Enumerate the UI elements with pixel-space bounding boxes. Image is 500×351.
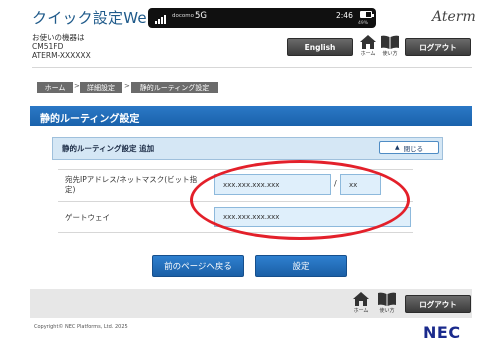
footer-home-label: ホーム <box>353 308 369 314</box>
page-title: 静的ルーティング設定 <box>40 114 140 125</box>
battery-icon <box>360 11 374 18</box>
status-time: 2:46 <box>336 11 353 20</box>
footer-logout-button[interactable]: ログアウト <box>405 295 471 313</box>
device-id: ATERM-XXXXXX <box>32 51 91 60</box>
network-type: 5G <box>195 11 207 21</box>
home-button[interactable]: ホーム <box>358 35 378 59</box>
footer-help-label: 使い方 <box>379 308 395 314</box>
ip-label-line1: 宛先IPアドレス/ネットマスク(ビット指 <box>65 175 198 184</box>
gateway-label: ゲートウェイ <box>65 213 110 222</box>
book-icon <box>381 35 399 49</box>
device-info: お使いの機器は CM51FD ATERM-XXXXXX <box>32 33 91 60</box>
device-label: お使いの機器は <box>32 33 85 42</box>
home-icon <box>353 292 369 306</box>
device-model: CM51FD <box>32 42 64 51</box>
book-icon <box>378 292 396 306</box>
footer-help-button[interactable]: 使い方 <box>377 292 397 316</box>
copyright: Copyright© NEC Platforms, Ltd. 2025 <box>34 324 128 330</box>
home-icon <box>360 35 376 49</box>
breadcrumb-separator: > <box>124 82 130 90</box>
help-button[interactable]: 使い方 <box>380 35 400 59</box>
breadcrumb-current: 静的ルーティング設定 <box>131 82 218 93</box>
nec-logo: NEC <box>423 323 461 342</box>
app-title: クイック設定Web <box>32 9 157 27</box>
home-label: ホーム <box>360 51 376 57</box>
submit-button[interactable]: 設定 <box>255 255 347 277</box>
breadcrumb-separator: > <box>74 82 80 90</box>
battery-percent: 49% <box>358 21 369 26</box>
english-button[interactable]: English <box>287 38 353 56</box>
close-button[interactable]: ▲ 閉じる <box>379 141 439 154</box>
close-label: 閉じる <box>403 144 424 153</box>
signal-icon <box>155 14 169 24</box>
logout-button[interactable]: ログアウト <box>405 38 471 56</box>
chevron-up-icon: ▲ <box>394 144 400 151</box>
back-button[interactable]: 前のページへ戻る <box>152 255 244 277</box>
page-title-bar: 静的ルーティング設定 <box>30 106 472 126</box>
footer-home-button[interactable]: ホーム <box>351 292 371 316</box>
highlight-annotation <box>190 160 410 240</box>
header-divider <box>32 67 472 68</box>
breadcrumb-home[interactable]: ホーム <box>37 82 73 93</box>
brand-logo: Aterm <box>432 9 476 25</box>
carrier-name: docomo <box>172 13 194 19</box>
breadcrumb-advanced[interactable]: 詳細設定 <box>80 82 122 93</box>
help-label: 使い方 <box>382 51 398 57</box>
section-title: 静的ルーティング設定 追加 <box>62 144 155 153</box>
